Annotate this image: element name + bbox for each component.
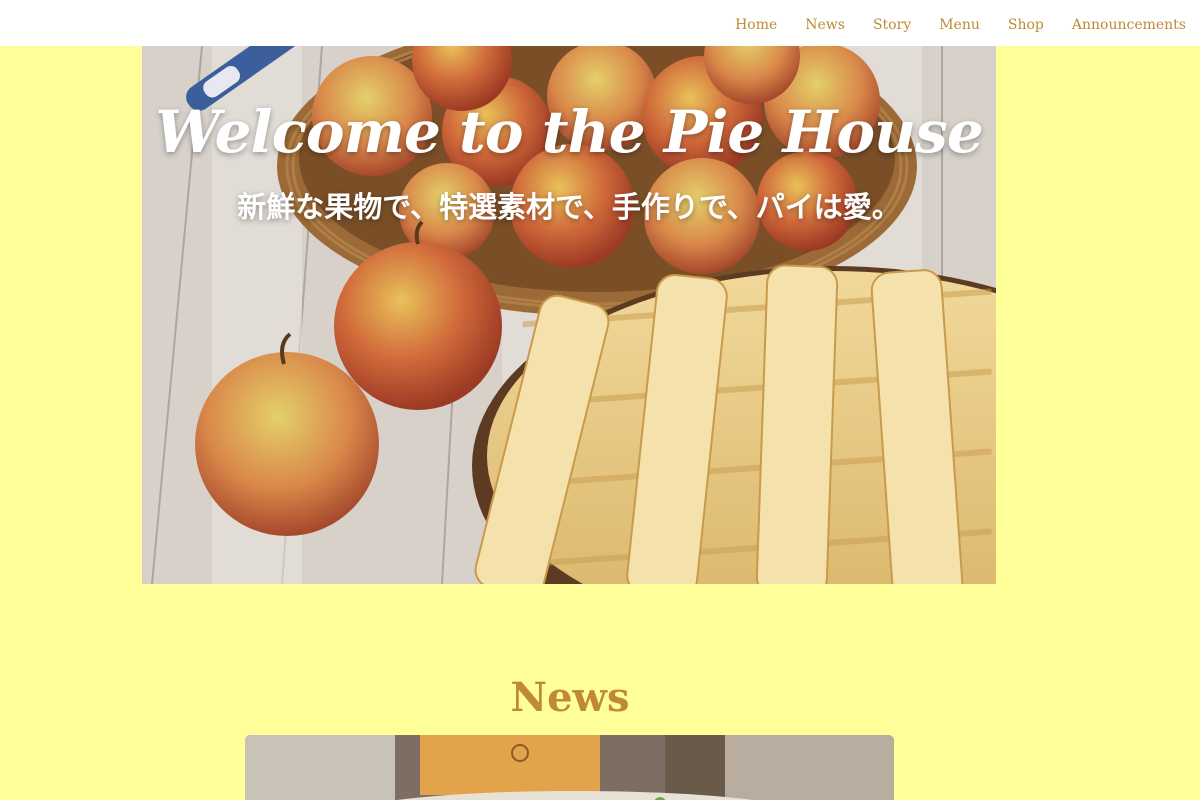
top-navbar: Home News Story Menu Shop Announcements	[0, 0, 1200, 46]
news-photo	[245, 735, 894, 800]
nav-link-announcements[interactable]: Announcements	[1072, 17, 1186, 33]
nav-link-shop[interactable]: Shop	[1008, 17, 1044, 33]
nav-item-home: Home	[735, 14, 777, 33]
nav-item-story: Story	[873, 14, 911, 33]
nav-menu: Home News Story Menu Shop Announcements	[735, 0, 1186, 46]
nav-link-news[interactable]: News	[805, 17, 845, 33]
nav-item-shop: Shop	[1008, 14, 1044, 33]
nav-link-story[interactable]: Story	[873, 17, 911, 33]
news-heading: News	[510, 674, 630, 721]
nav-item-news: News	[805, 14, 845, 33]
nav-link-menu[interactable]: Menu	[939, 17, 980, 33]
hero-title: Welcome to the Pie House	[155, 98, 983, 166]
nav-item-announcements: Announcements	[1072, 14, 1186, 33]
hero-banner: Welcome to the Pie House 新鮮な果物で、特選素材で、手作…	[142, 46, 996, 584]
news-card-image[interactable]	[245, 735, 894, 800]
nav-item-menu: Menu	[939, 14, 980, 33]
nav-link-home[interactable]: Home	[735, 17, 777, 33]
hero-subtitle: 新鮮な果物で、特選素材で、手作りで、パイは愛。	[237, 190, 901, 224]
